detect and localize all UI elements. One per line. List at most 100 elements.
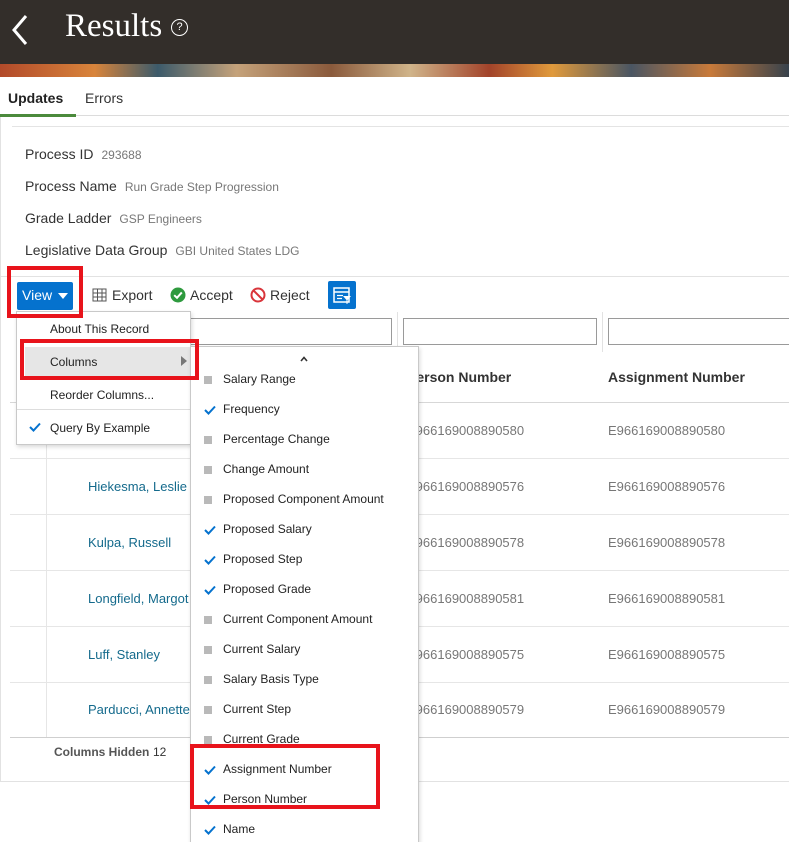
tab-bar: Updates Errors <box>0 84 789 117</box>
person-number-column-header[interactable]: Person Number <box>407 369 511 385</box>
person-number-cell: E966169008890576 <box>407 479 525 494</box>
reject-label: Reject <box>270 287 310 303</box>
export-label: Export <box>112 287 153 303</box>
name-filter-input[interactable] <box>190 318 392 345</box>
no-entry-icon <box>250 287 266 303</box>
menu-item-reorder-columns[interactable]: Reorder Columns... <box>50 388 154 402</box>
process-id-label: Process ID <box>25 146 94 162</box>
menu-item-query-by-example[interactable]: Query By Example <box>50 421 150 435</box>
tab-errors[interactable]: Errors <box>85 90 123 106</box>
table-row-name-link[interactable]: Hiekesma, Leslie <box>88 479 187 494</box>
checkmark-icon <box>29 422 41 432</box>
column-toggle-item[interactable]: Frequency <box>223 402 280 416</box>
column-toggle-item[interactable]: Current Component Amount <box>223 612 372 626</box>
person-number-cell: E966169008890579 <box>407 702 525 717</box>
column-toggle-item[interactable]: Assignment Number <box>223 762 332 776</box>
checkmark-icon <box>204 585 216 595</box>
grade-ladder-label: Grade Ladder <box>25 210 112 226</box>
column-toggle-item[interactable]: Current Step <box>223 702 291 716</box>
process-name-label: Process Name <box>25 178 117 194</box>
menu-item-about-this-record[interactable]: About This Record <box>50 322 149 336</box>
assignment-number-cell: E966169008890578 <box>608 535 726 550</box>
process-name-value: Run Grade Step Progression <box>124 180 279 194</box>
column-toggle-item[interactable]: Percentage Change <box>223 432 330 446</box>
grade-ladder-value: GSP Engineers <box>119 212 202 226</box>
unchecked-square-icon <box>204 706 212 714</box>
unchecked-square-icon <box>204 496 212 504</box>
divider <box>12 126 789 127</box>
table-row-name-link[interactable]: Luff, Stanley <box>88 647 160 662</box>
freeze-columns-button[interactable] <box>328 281 356 309</box>
unchecked-square-icon <box>204 436 212 444</box>
assignment-number-cell: E966169008890581 <box>608 591 726 606</box>
grade-ladder-row: Grade Ladder GSP Engineers <box>25 210 202 226</box>
person-number-cell: E966169008890580 <box>407 423 525 438</box>
assignment-number-column-header[interactable]: Assignment Number <box>608 369 745 385</box>
tab-updates[interactable]: Updates <box>8 90 63 106</box>
checkmark-icon <box>204 405 216 415</box>
column-toggle-item[interactable]: Proposed Salary <box>223 522 312 536</box>
accept-label: Accept <box>190 287 233 303</box>
check-circle-icon <box>170 287 186 303</box>
caret-down-icon <box>58 293 68 299</box>
view-button-label: View <box>22 287 53 303</box>
column-toggle-item[interactable]: Person Number <box>223 792 307 806</box>
table-row-name-link[interactable]: Parducci, Annette <box>88 702 190 717</box>
assignment-number-cell: E966169008890579 <box>608 702 726 717</box>
process-name-row: Process Name Run Grade Step Progression <box>25 178 279 194</box>
menu-item-columns-label: Columns <box>50 355 98 369</box>
unchecked-square-icon <box>204 466 212 474</box>
view-dropdown-menu: About This Record Columns Reorder Column… <box>16 311 192 445</box>
column-toggle-item[interactable]: Proposed Component Amount <box>223 492 384 506</box>
reject-button[interactable]: Reject <box>250 287 310 303</box>
ldg-row: Legislative Data Group GBI United States … <box>25 242 299 258</box>
column-toggle-item[interactable]: Current Grade <box>223 732 300 746</box>
checkmark-icon <box>204 555 216 565</box>
assignment-number-filter-input[interactable] <box>608 318 789 345</box>
checkmark-icon <box>204 825 216 835</box>
ldg-value: GBI United States LDG <box>175 244 300 258</box>
column-toggle-item[interactable]: Name <box>223 822 255 836</box>
column-toggle-item[interactable]: Current Salary <box>223 642 300 656</box>
column-toggle-item[interactable]: Proposed Grade <box>223 582 311 596</box>
table-row-name-link[interactable]: Longfield, Margot <box>88 591 188 606</box>
checkmark-icon <box>204 765 216 775</box>
person-number-cell: E966169008890575 <box>407 647 525 662</box>
columns-hidden-count: 12 <box>153 745 167 759</box>
chevron-right-icon <box>181 356 187 366</box>
unchecked-square-icon <box>204 616 212 624</box>
back-arrow-icon[interactable] <box>8 10 32 50</box>
unchecked-square-icon <box>204 736 212 744</box>
scroll-up-chevron-icon[interactable] <box>300 355 308 363</box>
table-filter-icon <box>333 287 351 304</box>
decorative-banner <box>0 64 789 77</box>
columns-hidden-label: Columns Hidden <box>54 745 150 759</box>
person-number-cell: E966169008890578 <box>407 535 525 550</box>
column-divider <box>602 312 603 352</box>
help-icon[interactable]: ? <box>171 19 188 36</box>
columns-submenu: Salary Range Frequency Percentage Change Ch… <box>190 346 419 842</box>
divider <box>0 276 789 277</box>
column-toggle-item[interactable]: Salary Basis Type <box>223 672 319 686</box>
person-number-filter-input[interactable] <box>403 318 597 345</box>
ldg-label: Legislative Data Group <box>25 242 168 258</box>
table-row-name-link[interactable]: Kulpa, Russell <box>88 535 171 550</box>
accept-button[interactable]: Accept <box>170 287 233 303</box>
column-toggle-item[interactable]: Proposed Step <box>223 552 302 566</box>
assignment-number-cell: E966169008890575 <box>608 647 726 662</box>
page-title: Results <box>65 8 163 44</box>
unchecked-square-icon <box>204 646 212 654</box>
export-button[interactable]: Export <box>92 287 152 303</box>
person-number-cell: E966169008890581 <box>407 591 525 606</box>
view-menu-button[interactable]: View <box>17 282 73 310</box>
checkmark-icon <box>204 525 216 535</box>
process-id-row: Process ID 293688 <box>25 146 142 162</box>
unchecked-square-icon <box>204 676 212 684</box>
menu-divider <box>17 409 192 410</box>
process-id-value: 293688 <box>101 148 142 162</box>
assignment-number-cell: E966169008890576 <box>608 479 726 494</box>
column-toggle-item[interactable]: Salary Range <box>223 372 296 386</box>
column-toggle-item[interactable]: Change Amount <box>223 462 309 476</box>
unchecked-square-icon <box>204 376 212 384</box>
checkmark-icon <box>204 795 216 805</box>
